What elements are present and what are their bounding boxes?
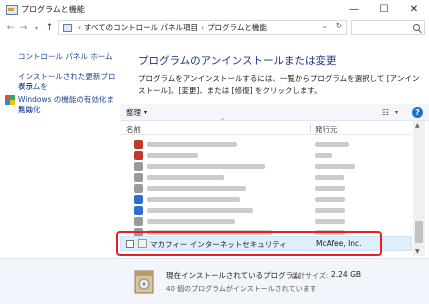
- window-controls: — ☐ ✕: [339, 0, 429, 18]
- redacted-program-name: [147, 153, 198, 158]
- table-row[interactable]: [120, 172, 412, 183]
- app-icon: [134, 151, 143, 160]
- app-icon: [134, 140, 143, 149]
- table-row[interactable]: [120, 194, 412, 205]
- scroll-thumb[interactable]: [415, 221, 423, 243]
- title-bar: プログラムと機能 — ☐ ✕: [0, 0, 429, 18]
- redacted-program-name: [147, 208, 253, 213]
- breadcrumb-separator: ›: [201, 23, 205, 32]
- total-size-value: 2.24 GB: [331, 270, 362, 279]
- app-icon: [134, 184, 143, 193]
- highlight-box: [116, 231, 382, 256]
- column-publisher-header[interactable]: 発行元: [315, 124, 338, 135]
- forward-arrow-icon[interactable]: →: [17, 20, 30, 36]
- organize-chevron-down-icon[interactable]: ▾: [144, 109, 147, 116]
- redacted-program-name: [147, 175, 224, 180]
- breadcrumb-programs-features[interactable]: プログラムと機能: [207, 22, 267, 33]
- shield-icon: [5, 95, 15, 105]
- minimize-button[interactable]: —: [339, 0, 369, 18]
- redacted-program-name: [147, 164, 265, 169]
- table-row[interactable]: [120, 150, 412, 161]
- program-count: 40 個のプログラムがインストールされています: [166, 285, 317, 293]
- list-scrollbar[interactable]: ▲ ▼: [413, 121, 425, 256]
- breadcrumb-separator: ›: [78, 23, 81, 32]
- redacted-program-publisher: [315, 142, 349, 147]
- list-toolbar: 整理 ▾ ☷ ▾ ?: [120, 104, 429, 121]
- app-icon: [134, 195, 143, 204]
- table-row[interactable]: [120, 216, 412, 227]
- view-options-icon[interactable]: ☷: [382, 108, 389, 117]
- table-row[interactable]: [120, 139, 412, 150]
- status-bar: 現在インストールされているプログラム 合計サイズ: 2.24 GB 40 個のプ…: [0, 258, 429, 304]
- redacted-program-publisher: [315, 164, 355, 169]
- recent-pages-chevron-icon[interactable]: ▾: [30, 20, 43, 36]
- back-arrow-icon[interactable]: ←: [4, 20, 17, 36]
- sidebar-view-updates-line2[interactable]: 表示: [18, 82, 33, 92]
- app-icon: [134, 173, 143, 182]
- redacted-program-name: [147, 219, 235, 224]
- column-divider[interactable]: [310, 123, 311, 133]
- redacted-program-publisher: [315, 153, 332, 158]
- redacted-program-publisher: [315, 186, 345, 191]
- redacted-program-name: [147, 186, 246, 191]
- redacted-program-name: [147, 142, 237, 147]
- breadcrumb[interactable]: › すべてのコントロール パネル項目 › プログラムと機能 ⌄ ↻: [58, 20, 347, 35]
- redacted-program-publisher: [315, 175, 344, 180]
- table-row[interactable]: [120, 205, 412, 216]
- app-icon: [134, 206, 143, 215]
- address-bar: ← → ▾ ↑ › すべてのコントロール パネル項目 › プログラムと機能 ⌄ …: [0, 18, 429, 38]
- sidebar-view-updates-line1[interactable]: インストールされた更新プログラムを: [18, 72, 120, 92]
- help-icon[interactable]: ?: [412, 107, 423, 118]
- close-button[interactable]: ✕: [399, 0, 429, 18]
- window-title: プログラムと機能: [21, 4, 85, 14]
- installed-programs-icon: [134, 270, 154, 294]
- organize-button[interactable]: 整理: [126, 107, 141, 118]
- control-panel-icon: [63, 23, 72, 32]
- table-row[interactable]: [120, 161, 412, 172]
- address-dropdown-icon[interactable]: ⌄: [322, 21, 328, 30]
- app-icon: [134, 217, 143, 226]
- status-title: 現在インストールされているプログラム: [166, 271, 301, 280]
- redacted-program-publisher: [315, 197, 345, 202]
- column-header: ^ 名前 発行元: [120, 118, 412, 135]
- up-arrow-icon[interactable]: ↑: [43, 20, 56, 36]
- table-row[interactable]: [120, 183, 412, 194]
- page-description: プログラムをアンインストールするには、一覧からプログラムを選択して [アンインス…: [138, 74, 420, 95]
- redacted-program-name: [147, 197, 240, 202]
- refresh-icon[interactable]: ↻: [336, 21, 342, 30]
- sidebar-control-panel-home[interactable]: コントロール パネル ホーム: [18, 52, 113, 62]
- redacted-program-publisher: [315, 208, 345, 213]
- breadcrumb-all-items[interactable]: すべてのコントロール パネル項目: [84, 22, 198, 33]
- sort-caret-icon: ^: [220, 118, 226, 125]
- maximize-button[interactable]: ☐: [369, 0, 399, 18]
- view-chevron-down-icon[interactable]: ▾: [395, 109, 398, 116]
- search-input[interactable]: [351, 20, 425, 35]
- programs-features-icon: [5, 3, 18, 15]
- column-name-header[interactable]: 名前: [126, 124, 141, 135]
- scroll-down-icon[interactable]: ▼: [415, 248, 420, 255]
- scroll-up-icon[interactable]: ▲: [415, 122, 420, 129]
- page-title: プログラムのアンインストールまたは変更: [138, 55, 337, 67]
- app-icon: [134, 162, 143, 171]
- search-icon: [413, 24, 420, 31]
- redacted-program-publisher: [315, 219, 345, 224]
- total-size-label: 合計サイズ:: [291, 272, 329, 280]
- sidebar-windows-features-line2[interactable]: 無効化: [18, 105, 41, 115]
